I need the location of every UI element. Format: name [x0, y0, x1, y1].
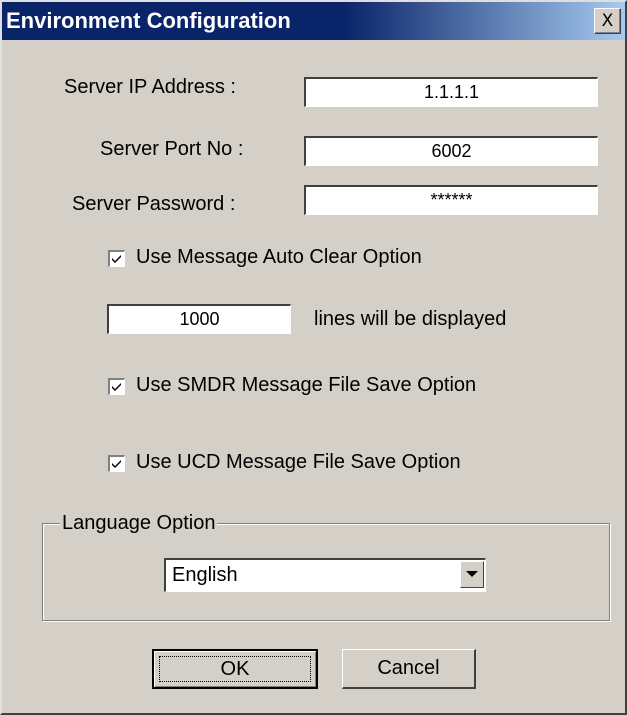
server-password-label: Server Password : — [72, 193, 236, 215]
ok-button-label: OK — [220, 657, 250, 680]
language-option-label: Language Option — [60, 511, 218, 535]
chevron-down-icon — [466, 571, 478, 577]
server-port-input[interactable] — [304, 136, 598, 166]
auto-clear-checkbox[interactable] — [108, 250, 125, 267]
checkmark-icon — [112, 460, 121, 468]
ucd-save-checkbox[interactable] — [108, 455, 125, 472]
language-select-value: English — [172, 564, 238, 586]
server-ip-input[interactable] — [304, 77, 598, 107]
close-icon: X — [601, 10, 614, 31]
title-bar[interactable]: Environment Configuration X — [2, 2, 625, 40]
ok-button[interactable]: OK — [152, 649, 318, 689]
server-password-input[interactable] — [304, 185, 598, 215]
server-ip-label: Server IP Address : — [64, 76, 236, 98]
cancel-button[interactable]: Cancel — [342, 649, 476, 689]
checkmark-icon — [112, 255, 121, 263]
display-lines-input[interactable] — [107, 304, 291, 334]
window-title: Environment Configuration — [6, 8, 291, 33]
auto-clear-label[interactable]: Use Message Auto Clear Option — [136, 245, 422, 269]
close-button[interactable]: X — [594, 8, 621, 34]
smdr-save-label[interactable]: Use SMDR Message File Save Option — [136, 373, 476, 397]
checkmark-icon — [112, 383, 121, 391]
server-port-label: Server Port No : — [100, 138, 244, 160]
smdr-save-checkbox[interactable] — [108, 378, 125, 395]
display-lines-label: lines will be displayed — [314, 308, 507, 330]
ucd-save-label[interactable]: Use UCD Message File Save Option — [136, 450, 461, 474]
environment-configuration-dialog: Environment Configuration X Server IP Ad… — [0, 0, 627, 715]
dropdown-arrow-button[interactable] — [460, 561, 484, 588]
language-select[interactable]: English — [164, 558, 486, 592]
cancel-button-label: Cancel — [377, 657, 440, 679]
